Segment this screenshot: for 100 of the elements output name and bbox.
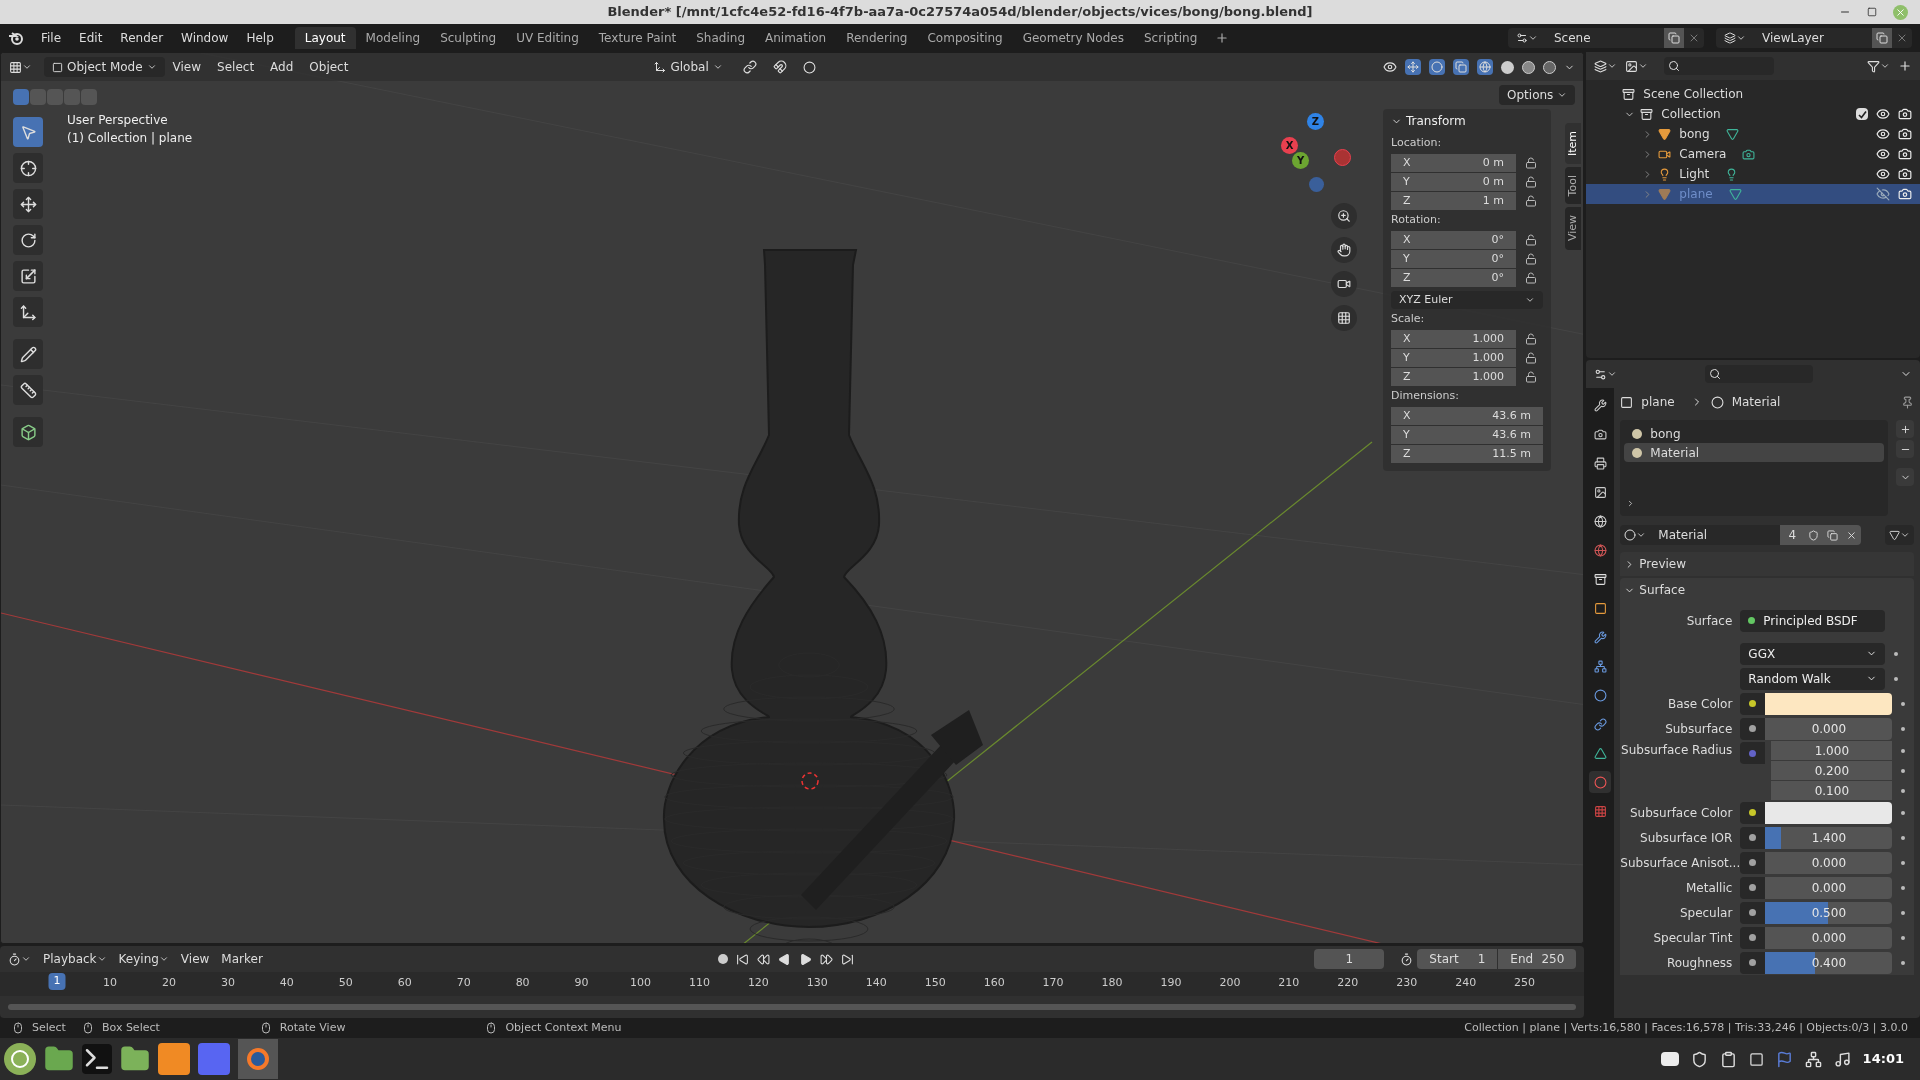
number-field[interactable]: X 43.6 m: [1391, 407, 1543, 425]
menu-item[interactable]: Help: [237, 29, 283, 47]
clock[interactable]: 14:01: [1862, 1049, 1904, 1069]
outliner-label: Camera: [1679, 146, 1727, 163]
vector-field[interactable]: 0.200: [1771, 761, 1893, 780]
sidebar-tab[interactable]: Tool: [1565, 167, 1582, 205]
property-label: Subsurface IOR: [1639, 829, 1734, 847]
outliner-row[interactable]: Camera: [1586, 144, 1920, 164]
property-label: Subsurface Radius: [1620, 742, 1734, 759]
end-frame-field[interactable]: End 250: [1498, 949, 1577, 969]
property-label: Surface: [1685, 612, 1734, 630]
outliner-row[interactable]: Light: [1586, 164, 1920, 184]
menu-item[interactable]: Render: [111, 29, 173, 47]
property-label: Specular Tint: [1652, 929, 1734, 947]
menu-item[interactable]: File: [32, 29, 71, 47]
sidebar-tab[interactable]: Item: [1565, 123, 1582, 165]
value-slider[interactable]: 0.000: [1765, 717, 1893, 740]
material-name-field[interactable]: Material: [1650, 525, 1781, 545]
number-field[interactable]: X 0°: [1391, 231, 1516, 249]
frame-tick-label: 90: [574, 975, 589, 991]
number-field[interactable]: Z 1.000: [1391, 368, 1516, 386]
frame-tick-label: 220: [1337, 975, 1359, 991]
outliner-row[interactable]: bong: [1586, 124, 1920, 144]
number-field[interactable]: X 0 m: [1391, 154, 1516, 172]
view-layer-field[interactable]: ViewLayer: [1754, 28, 1872, 48]
menu-item[interactable]: Window: [172, 29, 238, 47]
frame-tick-label: 150: [924, 975, 946, 991]
workspace-tab[interactable]: Sculpting: [430, 27, 507, 49]
menu-item[interactable]: Select: [209, 58, 263, 76]
vector-field[interactable]: 1.000: [1771, 741, 1893, 760]
number-field[interactable]: Z 11.5 m: [1391, 445, 1543, 463]
value-slider[interactable]: 0.000: [1765, 851, 1893, 874]
number-field[interactable]: Y 0 m: [1391, 173, 1516, 191]
dropdown[interactable]: GGX: [1740, 642, 1886, 665]
dropdown[interactable]: Random Walk: [1740, 667, 1886, 690]
workspace-tab[interactable]: Scripting: [1133, 27, 1208, 49]
workspace-tab[interactable]: Animation: [755, 27, 837, 49]
mode-dropdown[interactable]: Object Mode: [44, 57, 165, 77]
menu-item[interactable]: View: [180, 950, 210, 968]
outliner-label: plane: [1679, 186, 1713, 203]
panel-header[interactable]: Surface: [1620, 578, 1914, 602]
breadcrumb-item: plane: [1641, 394, 1675, 411]
number-field[interactable]: X 1.000: [1391, 330, 1516, 348]
number-field[interactable]: Y 43.6 m: [1391, 426, 1543, 444]
menu-item[interactable]: Object: [301, 58, 357, 76]
workspace-tab[interactable]: Shading: [686, 27, 755, 49]
workspace-tab[interactable]: Geometry Nodes: [1012, 27, 1134, 49]
value-slider[interactable]: 0.000: [1765, 926, 1893, 949]
frame-tick-label: 240: [1455, 975, 1477, 991]
property-label: Metallic: [1684, 879, 1734, 897]
frame-tick-label: 30: [220, 975, 235, 991]
material-slot[interactable]: Material: [1624, 443, 1884, 462]
frame-tick-label: 180: [1101, 975, 1123, 991]
workspace-tab[interactable]: Texture Paint: [588, 27, 687, 49]
workspace-tab[interactable]: Modeling: [355, 27, 431, 49]
frame-tick-label: 80: [515, 975, 530, 991]
outliner-row[interactable]: Scene Collection: [1586, 84, 1920, 104]
current-frame-field[interactable]: 1: [1314, 949, 1385, 969]
menu-item[interactable]: Playback: [43, 950, 107, 968]
workspace-tab[interactable]: UV Editing: [506, 27, 589, 49]
outliner-row[interactable]: Collection: [1586, 104, 1920, 124]
window-title: Blender* [/mnt/1cfc4e52-fd16-4f7b-aa7a-0c27574a054d/blender/objects/vices/bong/bong.blend]: [607, 3, 1313, 22]
number-field[interactable]: Y 1.000: [1391, 349, 1516, 367]
frame-tick-label: 170: [1042, 975, 1064, 991]
value-slider[interactable]: 1.400: [1765, 826, 1893, 849]
workspace-tab[interactable]: Layout: [294, 27, 356, 49]
shader-field[interactable]: Principled BSDF: [1740, 609, 1886, 632]
frame-tick-label: 100: [630, 975, 651, 991]
property-label: Subsurface Color: [1629, 804, 1734, 822]
start-frame-field[interactable]: Start 1: [1417, 949, 1498, 969]
user-count[interactable]: 4: [1780, 525, 1805, 545]
panel-title[interactable]: Transform: [1406, 112, 1466, 130]
menu-item[interactable]: Edit: [70, 29, 112, 47]
workspace-tab[interactable]: Rendering: [836, 27, 918, 49]
number-field[interactable]: Z 1 m: [1391, 192, 1516, 210]
frame-tick-label: 50: [338, 975, 353, 991]
panel-header[interactable]: Preview: [1620, 552, 1914, 576]
frame-tick-label: 210: [1278, 975, 1300, 991]
options-button[interactable]: Options: [1499, 85, 1576, 105]
playhead[interactable]: 1: [48, 973, 66, 990]
frame-tick-label: 160: [983, 975, 1005, 991]
menu-item[interactable]: Marker: [221, 950, 263, 968]
status-hint: Box Select: [101, 1019, 160, 1036]
vector-field[interactable]: 0.100: [1771, 781, 1893, 800]
value-slider[interactable]: 0.000: [1765, 876, 1893, 899]
group-label: Location:: [1391, 134, 1443, 151]
number-field[interactable]: Y 0°: [1391, 250, 1516, 268]
rotation-mode-dropdown[interactable]: XYZ Euler: [1391, 291, 1543, 309]
number-field[interactable]: Z 0°: [1391, 269, 1516, 287]
orientation-dropdown[interactable]: Global: [646, 57, 731, 77]
outliner-label: Collection: [1661, 106, 1721, 123]
workspace-tab[interactable]: Compositing: [917, 27, 1013, 49]
frame-tick-label: 250: [1514, 975, 1536, 991]
sidebar-tab[interactable]: View: [1565, 207, 1582, 250]
menu-item[interactable]: Add: [262, 58, 302, 76]
menu-item[interactable]: View: [164, 58, 210, 76]
menu-item[interactable]: Keying: [118, 950, 169, 968]
material-slot[interactable]: bong: [1624, 424, 1884, 443]
frame-tick-label: 130: [806, 975, 828, 991]
scene-field[interactable]: Scene: [1546, 28, 1664, 48]
